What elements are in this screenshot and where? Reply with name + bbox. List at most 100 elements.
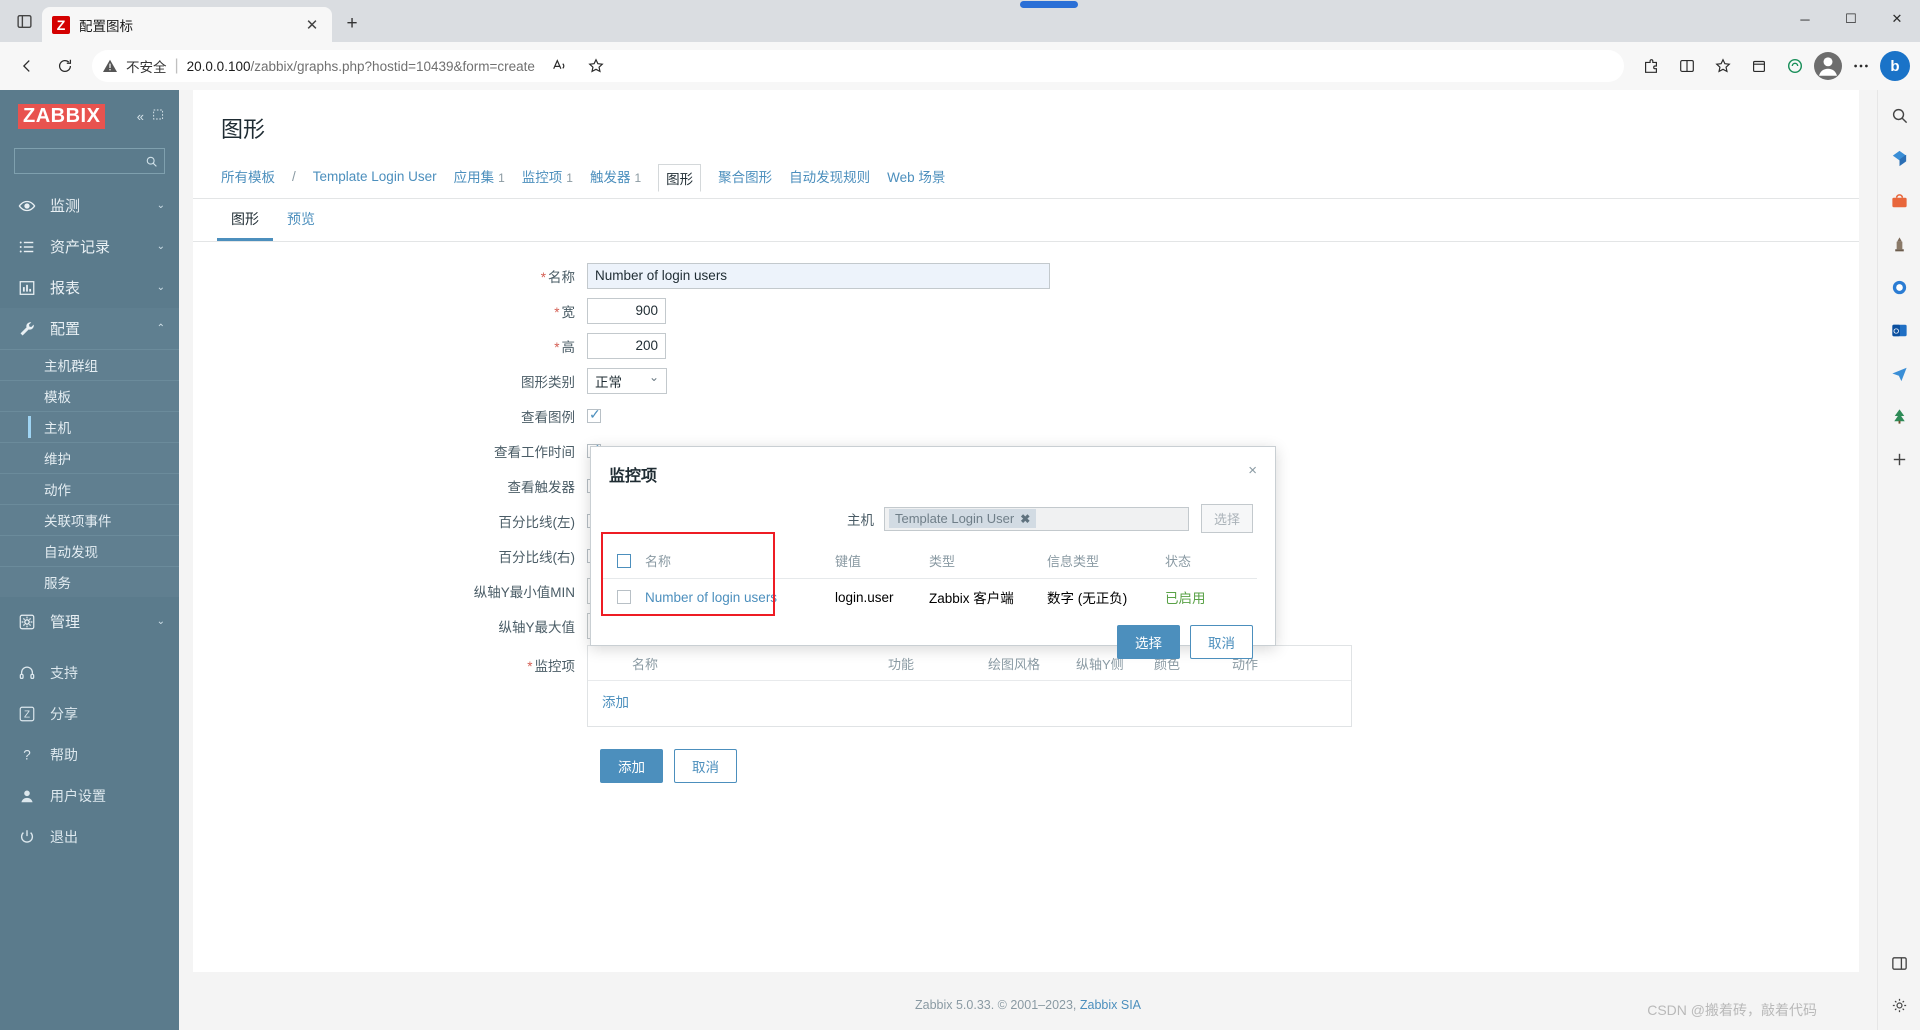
sidebar-sub-label: 主机 <box>44 421 71 436</box>
breadcrumb-template-name[interactable]: Template Login User <box>313 169 437 184</box>
window-drag-handle[interactable] <box>1020 1 1078 8</box>
footer-text: Zabbix 5.0.33. © 2001–2023, <box>914 998 1080 1012</box>
crumb-tab-screens[interactable]: 聚合图形 <box>718 166 772 186</box>
sidebar-collapse-controls: « <box>137 108 167 124</box>
page-title: 图形 <box>221 117 266 142</box>
crumb-tab-web-scenarios[interactable]: Web 场景 <box>887 166 945 186</box>
sidebar-item-hosts[interactable]: 主机 <box>0 411 179 442</box>
collapse-sidebar-icon[interactable]: « <box>137 109 144 124</box>
edge-sidebar-rail: O <box>1877 90 1920 1030</box>
crumb-tab-items[interactable]: 监控项 1 <box>522 166 573 186</box>
crumb-tab-graphs[interactable]: 图形 <box>658 164 702 192</box>
zabbix-logo[interactable]: ZABBIX <box>18 103 106 129</box>
sidebar-item-maintenance[interactable]: 维护 <box>0 442 179 473</box>
share-icon: Z <box>17 705 37 723</box>
sidebar-item-help[interactable]: ? 帮助 <box>0 734 179 775</box>
browser-tab[interactable]: Z 配置图标 ✕ <box>42 7 332 42</box>
rail-search-icon[interactable] <box>1886 102 1912 128</box>
maximize-button[interactable]: ☐ <box>1828 0 1874 38</box>
sidebar-item-actions[interactable]: 动作 <box>0 473 179 504</box>
sidebar-item-inventory[interactable]: 资产记录 ⌄ <box>0 226 179 267</box>
hide-sidebar-icon[interactable] <box>152 108 165 124</box>
rail-games-icon[interactable] <box>1886 231 1912 257</box>
rail-add-icon[interactable] <box>1886 446 1912 472</box>
rail-send-icon[interactable] <box>1886 360 1912 386</box>
read-aloud-icon[interactable] <box>543 49 577 83</box>
host-multiselect[interactable]: Template Login User ✖ <box>883 506 1189 531</box>
submit-button[interactable]: 添加 <box>600 749 663 783</box>
chevron-down-icon: ⌄ <box>156 282 165 293</box>
width-input[interactable]: 900 <box>587 297 666 324</box>
footer-link-zabbix-sia[interactable]: Zabbix SIA <box>1080 998 1141 1012</box>
add-item-link[interactable]: 添加 <box>588 695 629 710</box>
sidebar-item-monitoring[interactable]: 监测 ⌄ <box>0 185 179 226</box>
rail-copilot-icon[interactable] <box>1886 145 1912 171</box>
sidebar-item-host-groups[interactable]: 主机群组 <box>0 349 179 380</box>
headset-icon <box>17 664 37 682</box>
crumb-tab-applications[interactable]: 应用集 1 <box>454 166 505 186</box>
table-row: Number of login users login.user Zabbix … <box>603 579 1257 613</box>
collections-icon[interactable] <box>1742 49 1776 83</box>
tab-graph[interactable]: 图形 <box>217 199 273 241</box>
modal-select-button[interactable]: 选择 <box>1117 625 1180 659</box>
row-item-name[interactable]: Number of login users <box>645 590 835 605</box>
tab-actions-icon[interactable] <box>6 3 42 39</box>
height-input[interactable]: 200 <box>587 332 666 359</box>
sidebar-item-support[interactable]: 支持 <box>0 652 179 693</box>
row-checkbox[interactable] <box>617 590 631 604</box>
favorites-icon[interactable] <box>1706 49 1740 83</box>
rail-outlook-icon[interactable]: O <box>1886 317 1912 343</box>
close-icon[interactable]: × <box>1248 462 1257 479</box>
select-all-checkbox[interactable] <box>617 553 631 568</box>
breadcrumb-all-templates[interactable]: 所有模板 <box>221 166 275 186</box>
back-icon[interactable] <box>10 49 44 83</box>
cancel-button[interactable]: 取消 <box>674 749 737 783</box>
name-input[interactable]: Number of login users <box>587 262 1050 289</box>
sidebar-item-reports[interactable]: 报表 ⌄ <box>0 267 179 308</box>
chip-remove-icon[interactable]: ✖ <box>1020 512 1030 526</box>
rail-shopping-icon[interactable] <box>1886 188 1912 214</box>
new-tab-button[interactable]: + <box>337 9 367 39</box>
tab-close-icon[interactable]: ✕ <box>302 16 322 34</box>
sidebar-item-user-settings[interactable]: 用户设置 <box>0 775 179 816</box>
sidebar-sub-label: 模板 <box>44 390 71 405</box>
sidebar-item-services[interactable]: 服务 <box>0 566 179 597</box>
graph-type-select[interactable]: 正常 <box>587 367 667 394</box>
label-percentile-right: 百分比线(右) <box>498 549 576 565</box>
select-host-button[interactable]: 选择 <box>1200 504 1253 533</box>
rail-office-icon[interactable] <box>1886 274 1912 300</box>
tab-preview[interactable]: 预览 <box>273 199 329 241</box>
sidebar-label: 管理 <box>50 614 81 631</box>
address-bar[interactable]: 不安全 | 20.0.0.100/zabbix/graphs.php?hosti… <box>92 50 1624 82</box>
modal-cancel-button[interactable]: 取消 <box>1190 625 1253 659</box>
host-chip[interactable]: Template Login User ✖ <box>888 509 1037 528</box>
rail-split-icon[interactable] <box>1886 950 1912 976</box>
crumb-tab-triggers[interactable]: 触发器 1 <box>590 166 641 186</box>
extensions-icon[interactable] <box>1634 49 1668 83</box>
rail-settings-icon[interactable] <box>1886 992 1912 1018</box>
reload-icon[interactable] <box>48 49 82 83</box>
split-screen-icon[interactable] <box>1670 49 1704 83</box>
settings-more-icon[interactable] <box>1844 49 1878 83</box>
minimize-button[interactable]: ─ <box>1782 0 1828 38</box>
profile-avatar[interactable] <box>1814 52 1842 80</box>
rail-tree-icon[interactable] <box>1886 403 1912 429</box>
show-legend-checkbox[interactable] <box>587 406 601 423</box>
sidebar-logo-row: ZABBIX « <box>0 90 179 134</box>
sidebar-item-administration[interactable]: 管理 ⌄ <box>0 601 179 642</box>
sidebar-item-share[interactable]: Z 分享 <box>0 693 179 734</box>
favorite-add-icon[interactable] <box>579 49 613 83</box>
sidebar-item-discovery[interactable]: 自动发现 <box>0 535 179 566</box>
window-close-button[interactable]: ✕ <box>1874 0 1920 38</box>
chart-icon <box>17 279 37 297</box>
sidebar-label: 分享 <box>50 705 78 722</box>
sidebar-item-signout[interactable]: 退出 <box>0 816 179 857</box>
modal-col-value-type: 信息类型 <box>1047 554 1100 569</box>
sidebar-item-configuration[interactable]: 配置 ⌃ <box>0 308 179 349</box>
sidebar-item-event-correlation[interactable]: 关联项事件 <box>0 504 179 535</box>
bing-copilot-button[interactable]: b <box>1880 51 1910 81</box>
crumb-tab-discovery-rules[interactable]: 自动发现规则 <box>789 166 870 186</box>
sidebar-search-input[interactable] <box>14 148 165 174</box>
browser-essentials-icon[interactable] <box>1778 49 1812 83</box>
sidebar-item-templates[interactable]: 模板 <box>0 380 179 411</box>
